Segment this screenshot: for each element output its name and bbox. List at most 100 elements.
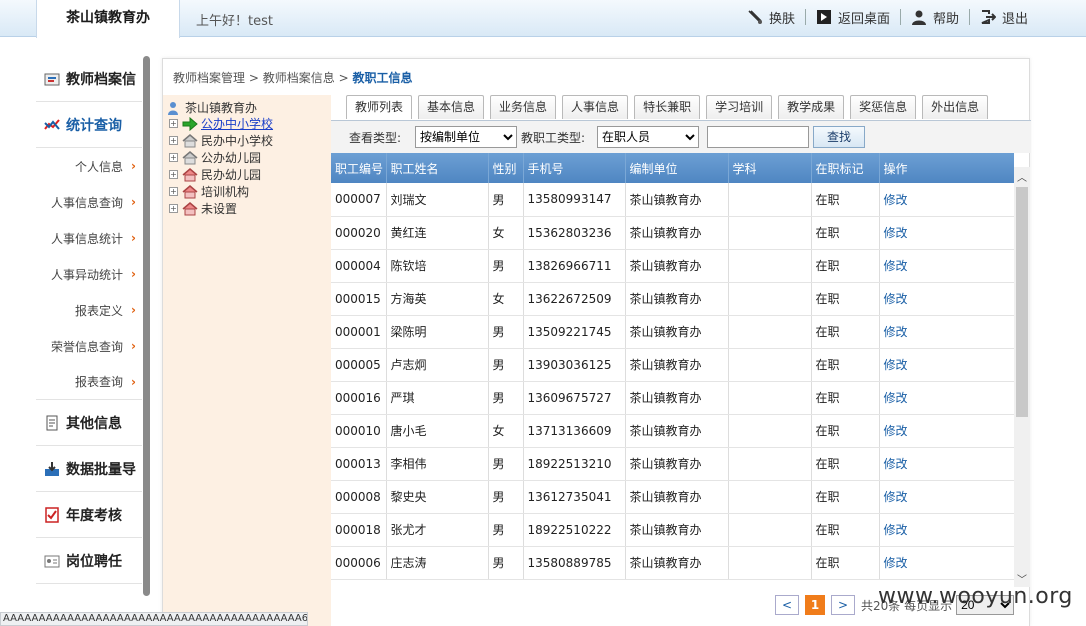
table-row[interactable]: 000013 李相伟男 18922513210 茶山镇教育办 在职 修改 xyxy=(331,447,1014,481)
tab-hr-info[interactable]: 人事信息 xyxy=(562,95,629,119)
back-to-desktop-button[interactable]: 返回桌面 xyxy=(806,8,900,27)
tab-basic-info[interactable]: 基本信息 xyxy=(418,95,485,119)
table-row[interactable]: 000016 严琪男 13609675727 茶山镇教育办 在职 修改 xyxy=(331,381,1014,415)
house-icon xyxy=(182,201,198,216)
expand-icon[interactable]: + xyxy=(169,119,178,128)
logout-button[interactable]: 退出 xyxy=(970,8,1038,27)
table-row[interactable]: 000007 刘瑞文男 13580993147 茶山镇教育办 在职 修改 xyxy=(331,183,1014,217)
help-button[interactable]: 帮助 xyxy=(901,8,969,27)
edit-link[interactable]: 修改 xyxy=(879,282,1014,316)
skin-button[interactable]: 换肤 xyxy=(737,8,805,27)
table-row[interactable]: 000008 黎史央男 13612735041 茶山镇教育办 在职 修改 xyxy=(331,480,1014,514)
tab-business-info[interactable]: 业务信息 xyxy=(490,95,557,119)
sidebar-sub-report-define[interactable]: 报表定义 › xyxy=(36,292,142,328)
tab-rewards[interactable]: 奖惩信息 xyxy=(850,95,917,119)
sidebar-item-other-info[interactable]: 其他信息 xyxy=(36,400,142,446)
appointment-icon xyxy=(44,553,60,569)
brand-tab[interactable]: 茶山镇教育办 xyxy=(36,0,180,38)
edit-link[interactable]: 修改 xyxy=(879,513,1014,547)
cell-subject xyxy=(728,315,812,349)
edit-link[interactable]: 修改 xyxy=(879,183,1014,217)
edit-link[interactable]: 修改 xyxy=(879,216,1014,250)
tree-item-private-kindergarten[interactable]: + 民办幼儿园 xyxy=(169,166,261,183)
staff-type-select[interactable]: 在职人员 xyxy=(597,126,699,148)
cell-unit: 茶山镇教育办 xyxy=(625,414,729,448)
tree-item-public-kindergarten[interactable]: + 公办幼儿园 xyxy=(169,149,261,166)
cell-gender: 女 xyxy=(488,414,524,448)
sidebar-item-batch-import[interactable]: 数据批量导 xyxy=(36,446,142,492)
sidebar-scrollbar[interactable] xyxy=(143,56,150,596)
view-type-select[interactable]: 按编制单位 xyxy=(415,126,517,148)
edit-link[interactable]: 修改 xyxy=(879,480,1014,514)
tab-teaching-results[interactable]: 教学成果 xyxy=(778,95,845,119)
breadcrumb-archive-info[interactable]: 教师档案信息 xyxy=(263,71,335,85)
expand-icon[interactable]: + xyxy=(169,136,178,145)
table-row[interactable]: 000020 黄红连女 15362803236 茶山镇教育办 在职 修改 xyxy=(331,216,1014,250)
tree-item-unset[interactable]: + 未设置 xyxy=(169,200,237,217)
scroll-up-icon[interactable]: ︿ xyxy=(1014,169,1030,184)
expand-icon[interactable]: + xyxy=(169,187,178,196)
edit-link[interactable]: 修改 xyxy=(879,447,1014,481)
edit-link[interactable]: 修改 xyxy=(879,381,1014,415)
next-page-button[interactable]: > xyxy=(831,595,855,615)
breadcrumb-current: 教职工信息 xyxy=(352,71,413,85)
expand-icon[interactable]: + xyxy=(169,204,178,213)
col-status[interactable]: 在职标记 xyxy=(811,153,880,183)
edit-link[interactable]: 修改 xyxy=(879,315,1014,349)
tab-specialty[interactable]: 特长兼职 xyxy=(634,95,701,119)
sidebar-sub-report-query[interactable]: 报表查询 › xyxy=(36,364,142,400)
col-unit[interactable]: 编制单位 xyxy=(625,153,729,183)
tab-training[interactable]: 学习培训 xyxy=(706,95,773,119)
table-row[interactable]: 000010 唐小毛女 13713136609 茶山镇教育办 在职 修改 xyxy=(331,414,1014,448)
expand-icon[interactable]: + xyxy=(169,153,178,162)
search-button[interactable]: 查找 xyxy=(813,126,865,148)
edit-link[interactable]: 修改 xyxy=(879,546,1014,580)
chevron-right-icon: › xyxy=(131,195,136,209)
edit-link[interactable]: 修改 xyxy=(879,414,1014,448)
cell-subject xyxy=(728,348,812,382)
scroll-thumb[interactable] xyxy=(1016,187,1028,417)
edit-link[interactable]: 修改 xyxy=(879,348,1014,382)
cell-phone: 15362803236 xyxy=(523,216,626,250)
col-subject[interactable]: 学科 xyxy=(728,153,812,183)
table-row[interactable]: 000001 梁陈明男 13509221745 茶山镇教育办 在职 修改 xyxy=(331,315,1014,349)
desktop-icon xyxy=(816,9,832,25)
col-staff-id[interactable]: 职工编号 xyxy=(331,153,387,183)
tab-outing[interactable]: 外出信息 xyxy=(922,95,989,119)
expand-icon[interactable]: + xyxy=(169,170,178,179)
col-staff-name[interactable]: 职工姓名 xyxy=(386,153,489,183)
sidebar-sub-hr-stats[interactable]: 人事信息统计 › xyxy=(36,220,142,256)
search-input[interactable] xyxy=(707,126,809,148)
sidebar-item-teacher-archive[interactable]: 教师档案信 xyxy=(36,56,142,102)
sidebar-item-post-appointment[interactable]: 岗位聘任 xyxy=(36,538,142,584)
table-row[interactable]: 000015 方海英女 13622672509 茶山镇教育办 在职 修改 xyxy=(331,282,1014,316)
table-row[interactable]: 000018 张尤才男 18922510222 茶山镇教育办 在职 修改 xyxy=(331,513,1014,547)
breadcrumb-archive-management[interactable]: 教师档案管理 xyxy=(173,71,245,85)
current-page[interactable]: 1 xyxy=(805,595,825,615)
sidebar-sub-hr-query[interactable]: 人事信息查询 › xyxy=(36,184,142,220)
col-phone[interactable]: 手机号 xyxy=(523,153,626,183)
sidebar-sub-honor-query[interactable]: 荣誉信息查询 › xyxy=(36,328,142,364)
col-gender[interactable]: 性别 xyxy=(488,153,524,183)
tree-root[interactable]: 茶山镇教育办 xyxy=(167,99,257,116)
import-icon xyxy=(44,461,60,477)
scroll-down-icon[interactable]: ﹀ xyxy=(1014,571,1030,586)
tab-teacher-list[interactable]: 教师列表 xyxy=(346,95,413,119)
sidebar-item-statistics[interactable]: 统计查询 xyxy=(36,102,142,148)
sidebar-sub-hr-change-stats[interactable]: 人事异动统计 › xyxy=(36,256,142,292)
sidebar-sub-personal-info[interactable]: 个人信息 › xyxy=(36,148,142,184)
sidebar-item-annual-review[interactable]: 年度考核 xyxy=(36,492,142,538)
tree-item-training[interactable]: + 培训机构 xyxy=(169,183,249,200)
table-row[interactable]: 000004 陈钦培男 13826966711 茶山镇教育办 在职 修改 xyxy=(331,249,1014,283)
table-row[interactable]: 000005 卢志炯男 13903036125 茶山镇教育办 在职 修改 xyxy=(331,348,1014,382)
tree-item-private-school[interactable]: + 民办中小学校 xyxy=(169,132,273,149)
tree-item-public-school[interactable]: + 公办中小学校 xyxy=(169,115,273,132)
edit-link[interactable]: 修改 xyxy=(879,249,1014,283)
prev-page-button[interactable]: < xyxy=(775,595,799,615)
view-type-label: 查看类型: xyxy=(349,131,402,145)
table-row[interactable]: 000006 庄志涛男 13580889785 茶山镇教育办 在职 修改 xyxy=(331,546,1014,580)
cell-status: 在职 xyxy=(811,480,880,514)
table-scrollbar[interactable]: ︿ ﹀ xyxy=(1014,167,1030,587)
cell-staff-name: 李相伟 xyxy=(386,447,489,481)
cell-subject xyxy=(728,480,812,514)
